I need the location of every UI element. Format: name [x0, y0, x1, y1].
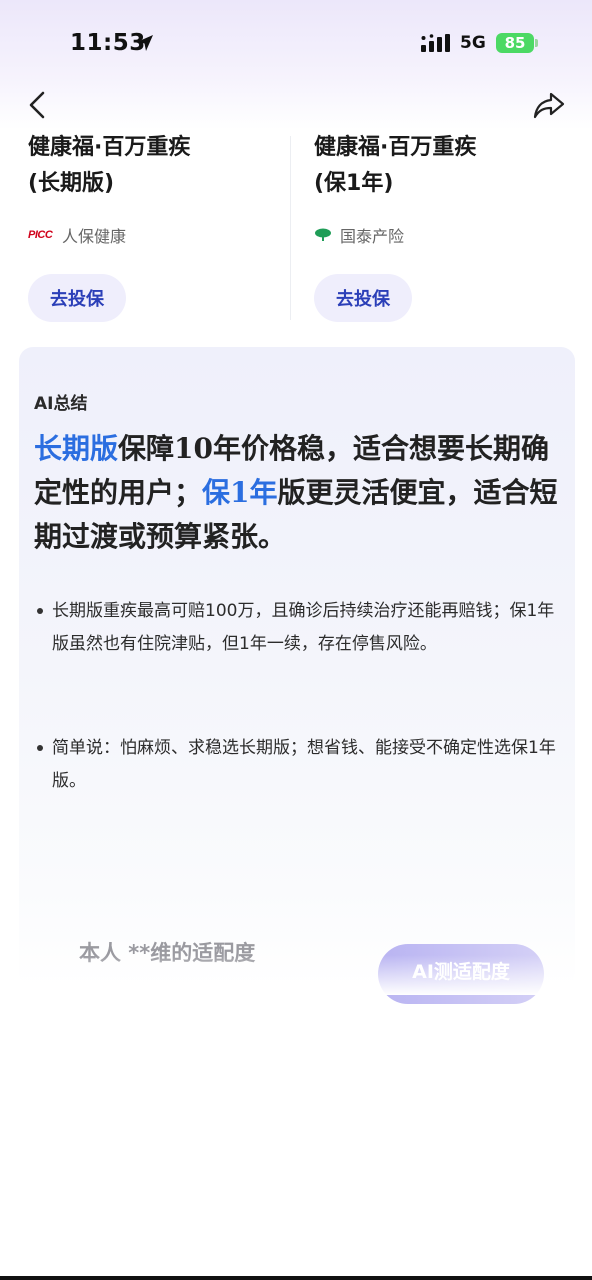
- bottom-edge: [0, 1276, 592, 1280]
- bullet-dot-icon: [37, 745, 43, 751]
- network-type: 5G: [460, 33, 486, 53]
- ai-summary-label: AI总结: [34, 394, 88, 414]
- summary-bullet: 简单说：怕麻烦、求稳选长期版；想省钱、能接受不确定性选保1年版。: [37, 732, 557, 798]
- column-divider: [290, 136, 291, 320]
- product-title: 健康福·百万重疾: [28, 135, 191, 160]
- picc-logo: PICC: [28, 229, 53, 241]
- share-button[interactable]: [532, 90, 566, 120]
- bullet-text: 长期版重疾最高可赔100万，且确诊后持续治疗还能再赔钱；保1年版虽然也有住院津贴…: [52, 601, 555, 654]
- status-bar: 11:53 5G 85: [0, 0, 592, 88]
- tree-logo-icon: [315, 228, 331, 241]
- ai-summary-card: AI总结 长期版保障10年价格稳，适合想要长期确定性的用户；保1年版更灵活便宜，…: [19, 347, 575, 1004]
- product-subtitle: (长期版): [28, 171, 115, 196]
- ai-summary-headline: 长期版保障10年价格稳，适合想要长期确定性的用户；保1年版更灵活便宜，适合短期过…: [34, 427, 564, 559]
- product-column-long-term: 健康福·百万重疾 (长期版) PICC 人保健康 去投保: [28, 130, 288, 322]
- highlight-one-year: 保1年: [202, 476, 278, 509]
- battery-tip: [535, 39, 538, 47]
- buy-button-one-year[interactable]: 去投保: [314, 274, 412, 322]
- bullet-dot-icon: [37, 608, 43, 614]
- product-title: 健康福·百万重疾: [314, 135, 477, 160]
- insurer-name: 人保健康: [62, 227, 127, 246]
- bottom-fade-overlay: [0, 955, 592, 995]
- insurer-row: PICC 人保健康: [28, 224, 288, 246]
- product-column-one-year: 健康福·百万重疾 (保1年) 国泰产险 去投保: [314, 130, 574, 322]
- back-button[interactable]: [22, 88, 54, 122]
- insurer-row: 国泰产险: [314, 224, 574, 246]
- location-arrow-icon: [137, 35, 153, 51]
- product-subtitle: (保1年): [314, 171, 394, 196]
- summary-bullet: 长期版重疾最高可赔100万，且确诊后持续治疗还能再赔钱；保1年版虽然也有住院津贴…: [37, 595, 557, 661]
- buy-button-long-term[interactable]: 去投保: [28, 274, 126, 322]
- insurer-name: 国泰产险: [340, 227, 405, 246]
- bullet-text: 简单说：怕麻烦、求稳选长期版；想省钱、能接受不确定性选保1年版。: [52, 738, 556, 791]
- signal-icon: [421, 34, 450, 52]
- battery-icon: 85: [496, 33, 534, 53]
- highlight-long-term: 长期版: [34, 432, 119, 465]
